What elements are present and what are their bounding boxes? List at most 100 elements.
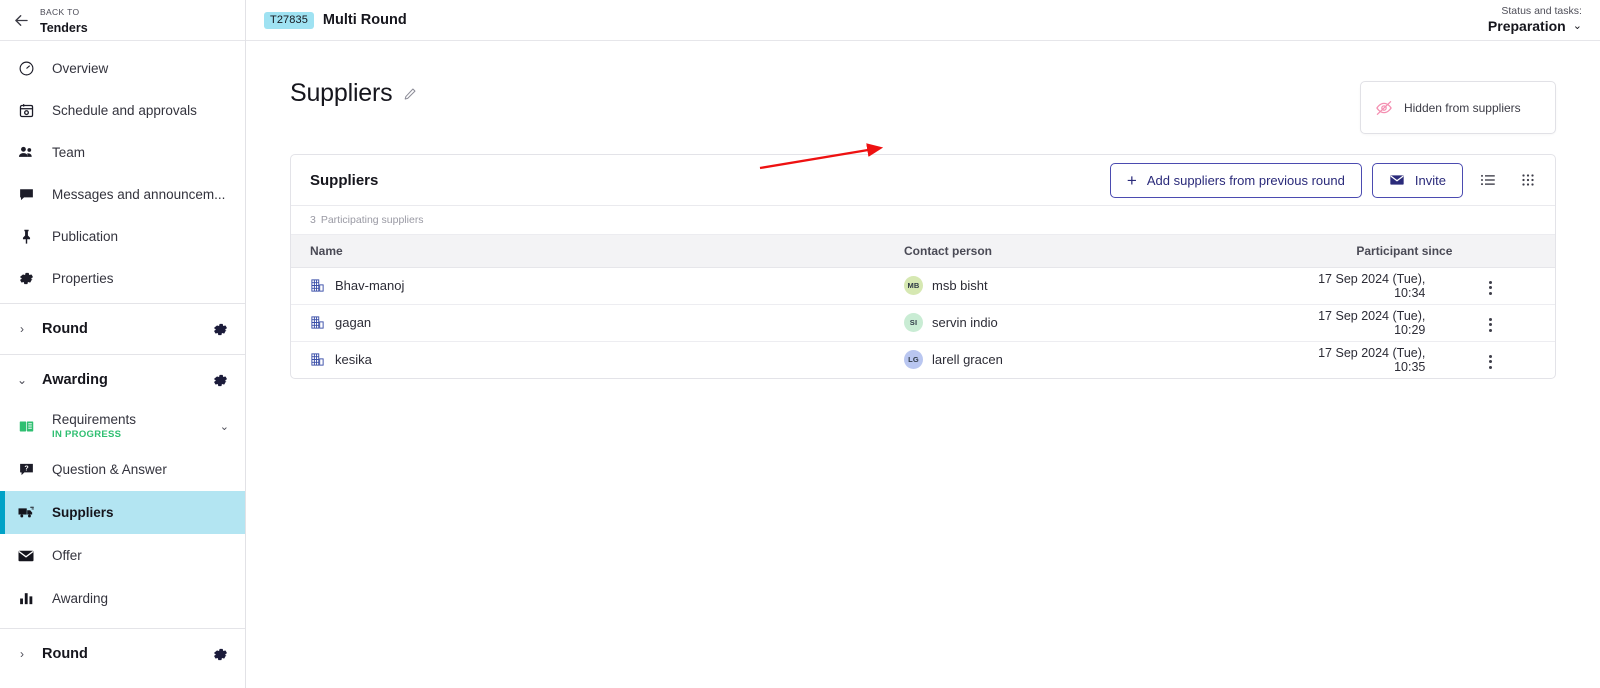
column-header-name[interactable]: Name [291,235,904,268]
add-suppliers-from-previous-round-button[interactable]: + Add suppliers from previous round [1109,162,1362,198]
invite-label: Invite [1414,172,1446,188]
sidebar-group-label: Awarding [42,372,108,388]
contact-person-name: larell gracen [932,352,1003,368]
sidebar-item-awarding[interactable]: Awarding [0,577,245,620]
sidebar-item-label: Team [52,144,86,160]
back-title: Tenders [40,21,88,35]
sidebar-item-question-and-answer[interactable]: ? Question & Answer [0,448,245,491]
sidebar-item-label: Messages and announcem... [52,186,226,202]
company-building-icon [310,278,325,293]
chevron-down-icon[interactable]: ⌄ [220,420,229,433]
sidebar-item-requirements[interactable]: Requirements IN PROGRESS ⌄ [0,405,245,448]
kebab-menu-icon[interactable] [1481,276,1500,300]
status-label: Status and tasks: [1501,5,1582,18]
suppliers-card: Suppliers + Add suppliers from previous … [290,154,1556,379]
company-building-icon [310,352,325,367]
sidebar-group-awarding[interactable]: ⌄ Awarding [0,355,245,405]
sidebar-item-label: Awarding [52,591,109,606]
supplier-name-text: Bhav-manoj [335,278,405,293]
gear-icon [17,269,35,287]
sidebar-item-label: Suppliers [52,505,114,520]
status-value-text: Preparation [1487,18,1566,35]
supplier-name-text: kesika [335,352,372,368]
requirements-status-badge: IN PROGRESS [52,428,122,440]
sidebar-item-properties[interactable]: Properties [0,257,245,299]
gear-icon[interactable] [212,372,229,389]
cell-participant-since: 17 Sep 2024 (Tue), 10:35 [1318,345,1426,374]
people-icon [17,143,35,161]
page-header: Suppliers Hidden from suppliers [290,41,1556,134]
hidden-from-suppliers-label: Hidden from suppliers [1403,100,1521,115]
sidebar-group-label: Round [42,321,88,337]
page-title: Suppliers [290,79,393,107]
cell-contact-person: MB msb bisht [904,267,1296,304]
table-body: Bhav-manoj MB msb bisht 17 Sep 2024 (Tue… [291,267,1555,378]
list-view-icon[interactable] [1473,165,1503,195]
gear-icon[interactable] [212,321,229,338]
chevron-down-icon[interactable]: ⌄ [14,373,30,387]
grid-view-icon[interactable] [1513,165,1543,195]
suppliers-card-title: Suppliers [310,171,379,189]
sidebar-item-label: Publication [52,228,119,244]
participating-suppliers-count: 3 Participating suppliers [291,206,1555,235]
sidebar-item-team[interactable]: Team [0,131,245,173]
topbar: T27835 Multi Round Status and tasks: Pre… [246,0,1600,41]
kebab-menu-icon[interactable] [1481,350,1500,374]
eye-off-icon [1375,99,1393,117]
chevron-right-icon[interactable]: › [14,647,30,661]
cell-contact-person: LG larell gracen [904,341,1296,378]
table-row[interactable]: gagan SI servin indio 17 Sep 2024 (Tue),… [291,304,1555,341]
sidebar-item-label: Overview [52,60,109,76]
status-dropdown[interactable]: Preparation ⌄ [1488,18,1582,34]
pin-icon [17,227,35,245]
sidebar-item-suppliers[interactable]: Suppliers [0,491,245,534]
table-row[interactable]: Bhav-manoj MB msb bisht 17 Sep 2024 (Tue… [291,267,1555,304]
kebab-menu-icon[interactable] [1481,313,1500,337]
envelope-icon [1389,172,1405,188]
cell-contact-person: SI servin indio [904,304,1296,341]
sidebar-item-publication[interactable]: Publication [0,215,245,257]
gear-icon[interactable] [212,646,229,663]
column-header-contact-person[interactable]: Contact person [904,235,1296,268]
suppliers-toolbar: + Add suppliers from previous round Invi… [1109,162,1543,198]
sidebar-group-label: Round [42,646,88,662]
bar-chart-icon [17,590,35,608]
sidebar-item-label: Question & Answer [52,462,167,477]
contact-person-name: servin indio [932,315,998,330]
sidebar-item-schedule-and-approvals[interactable]: Schedule and approvals [0,89,245,131]
hidden-from-suppliers-card: Hidden from suppliers [1359,81,1556,134]
tender-id-badge: T27835 [264,11,314,29]
back-to-tenders[interactable]: BACK TO Tenders [0,0,245,41]
tender-name: Multi Round [322,12,407,28]
sidebar-group-round-2[interactable]: › Round [0,629,245,679]
app-root: BACK TO Tenders Overview Schedule and ap… [0,0,1600,688]
cell-row-menu [1425,304,1555,341]
content-area: Suppliers Hidden from suppliers Supplier… [246,41,1600,688]
sidebar-item-messages-and-announcements[interactable]: Messages and announcem... [0,173,245,215]
arrow-left-icon[interactable] [10,9,32,31]
chevron-right-icon[interactable]: › [14,322,30,336]
cell-participant-since: 17 Sep 2024 (Tue), 10:34 [1318,271,1426,300]
sidebar-item-overview[interactable]: Overview [0,47,245,89]
breadcrumb: T27835 Multi Round [264,11,407,29]
sidebar-item-label: Requirements [52,412,137,428]
sidebar-group-round-1[interactable]: › Round [0,304,245,354]
sidebar-item-label: Offer [52,548,82,563]
add-suppliers-label: Add suppliers from previous round [1146,172,1345,188]
avatar: LG [904,350,923,370]
cell-row-menu [1425,267,1555,304]
column-header-participant-since[interactable]: Participant since [1295,235,1555,268]
company-building-icon [310,315,325,330]
envelope-icon [17,547,35,565]
sidebar-item-offer[interactable]: Offer [0,534,245,577]
table-header: Name Contact person Participant since [291,235,1555,268]
count-number: 3 [310,214,316,226]
cell-supplier-name: Bhav-manoj [291,267,904,304]
pencil-icon[interactable] [403,87,417,101]
table-row[interactable]: kesika LG larell gracen 17 Sep 2024 (Tue… [291,341,1555,378]
invite-button[interactable]: Invite [1371,162,1463,198]
count-label: Participating suppliers [320,214,424,226]
chat-icon [17,185,35,203]
status-and-tasks: Status and tasks: Preparation ⌄ [1488,5,1582,34]
sidebar-item-label: Schedule and approvals [52,102,197,118]
